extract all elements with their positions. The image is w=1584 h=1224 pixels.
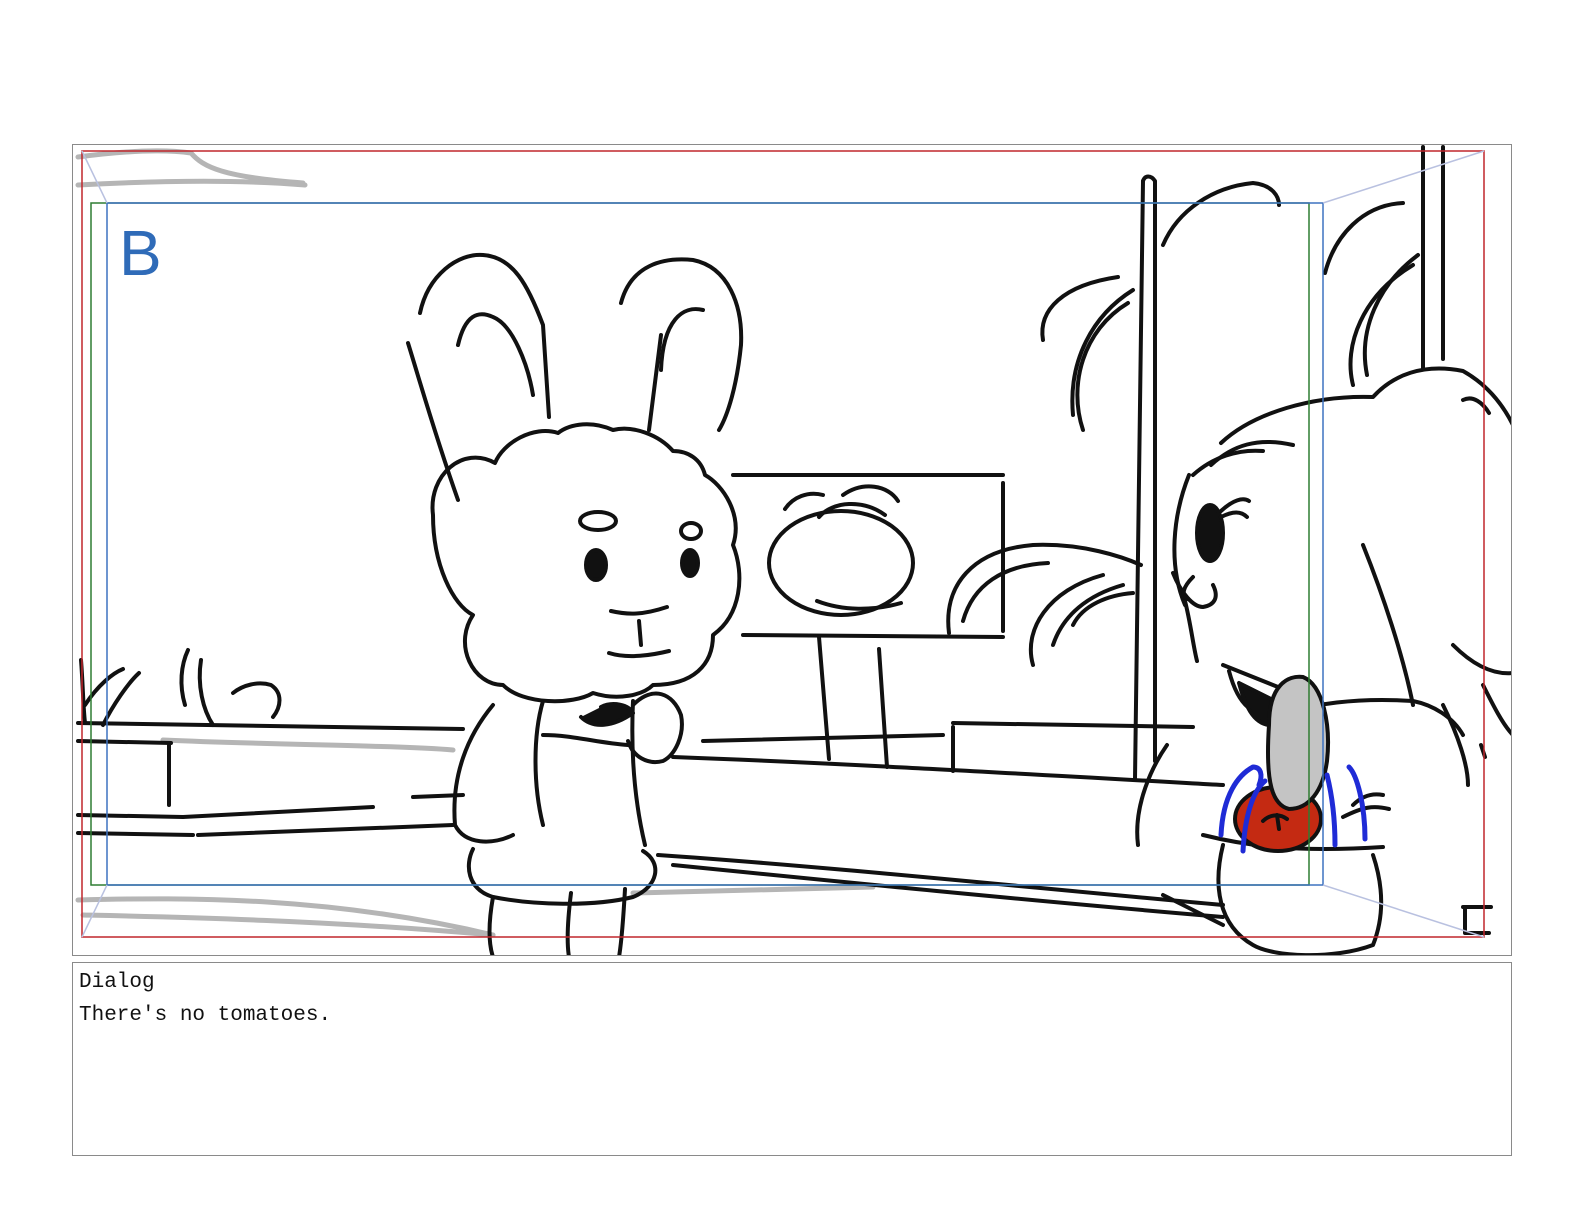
- fence-rails: [76, 721, 465, 837]
- elephant-character: [1135, 366, 1511, 927]
- storyboard-panel: B: [72, 144, 1512, 956]
- bunny-head: [430, 422, 742, 704]
- background-shrubs: [79, 648, 282, 727]
- dialog-box[interactable]: Dialog There's no tomatoes.: [72, 962, 1512, 1156]
- panel-letter-label: B: [119, 217, 162, 289]
- dialog-label: Dialog: [79, 971, 155, 994]
- basket-with-tomato: [1201, 674, 1391, 955]
- bunny-body: [452, 691, 684, 955]
- plant-leaves: [946, 181, 1491, 667]
- panel-sketch: [75, 145, 1511, 955]
- dialog-text[interactable]: There's no tomatoes.: [79, 1004, 331, 1027]
